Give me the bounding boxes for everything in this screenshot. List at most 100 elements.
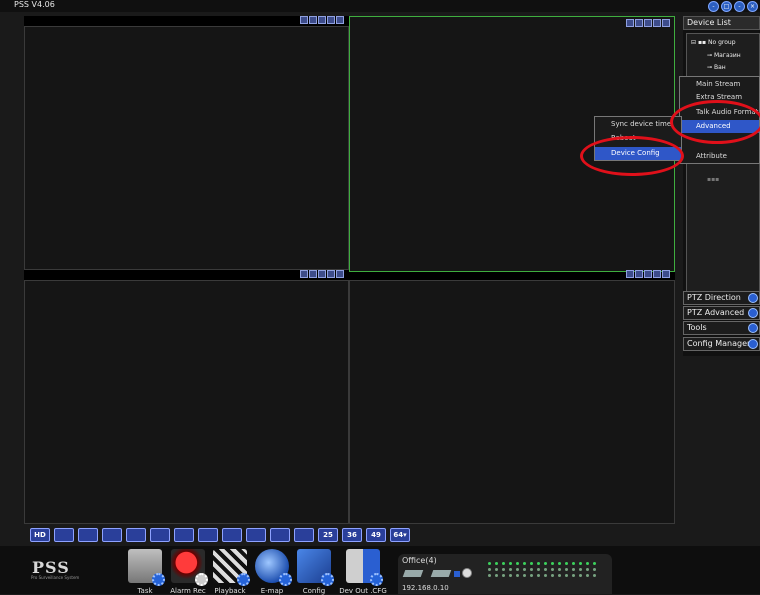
snapshot-icon[interactable]	[626, 19, 634, 27]
snapshot-icon[interactable]	[300, 16, 308, 24]
expand-arrow-icon[interactable]	[748, 308, 758, 318]
zoom-icon[interactable]	[653, 270, 661, 278]
channel-dot	[551, 568, 554, 571]
channel-dot	[516, 574, 519, 577]
channel-dot	[502, 562, 505, 565]
close-pane-icon[interactable]	[336, 16, 344, 24]
section-label: Tools	[687, 323, 707, 332]
channel-dot	[593, 574, 596, 577]
menu-item-attribute[interactable]: Attribute	[680, 150, 759, 163]
expand-arrow-icon[interactable]	[748, 293, 758, 303]
snapshot-icon[interactable]	[300, 270, 308, 278]
close-pane-icon[interactable]	[662, 270, 670, 278]
annotation-circle-device-config	[580, 136, 684, 176]
playback-button[interactable]: Playback	[211, 549, 250, 595]
channel-dot	[558, 574, 561, 577]
record-icon[interactable]	[635, 19, 643, 27]
expand-arrow-icon[interactable]	[748, 339, 758, 349]
layout-button-10[interactable]	[198, 528, 218, 542]
layout-button-6[interactable]	[126, 528, 146, 542]
layout-button-13[interactable]	[222, 528, 242, 542]
maximize-icon[interactable]: □	[721, 1, 732, 12]
menu-item-main-stream[interactable]: Main Stream	[680, 78, 759, 91]
section-label: PTZ Advanced	[687, 308, 745, 317]
close-icon[interactable]: ×	[747, 1, 758, 12]
layout-button-1[interactable]	[78, 528, 98, 542]
office-title: Office(4)	[402, 556, 437, 565]
channel-dot	[530, 568, 533, 571]
close-pane-icon[interactable]	[662, 19, 670, 27]
menu-item-sync-device-time[interactable]: Sync device time	[595, 118, 681, 131]
layout-button-16[interactable]	[246, 528, 266, 542]
layout-button-49[interactable]: 49	[366, 528, 386, 542]
layout-button-64[interactable]: 64▾	[390, 528, 410, 542]
restore-icon[interactable]: -	[734, 1, 745, 12]
layout-button-4[interactable]	[102, 528, 122, 542]
tools-section[interactable]: Tools	[683, 321, 760, 335]
minimize-icon[interactable]: -	[708, 1, 719, 12]
gear-icon	[279, 573, 292, 586]
channel-dot	[537, 574, 540, 577]
layout-button-custom[interactable]	[294, 528, 314, 542]
layout-button-9[interactable]	[174, 528, 194, 542]
channel-dot	[488, 574, 491, 577]
channel-dot	[579, 568, 582, 571]
audio-icon[interactable]	[644, 19, 652, 27]
channel-dot	[509, 568, 512, 571]
config-button[interactable]: Config	[295, 549, 334, 595]
tree-item-hidden[interactable]: ▪▪▪	[707, 176, 719, 183]
tree-group-label: No group	[708, 39, 736, 46]
tree-device-2[interactable]: ⊸ Ван	[707, 64, 726, 71]
camera-icon: ⊸	[707, 64, 713, 71]
zoom-icon[interactable]	[327, 270, 335, 278]
expand-icon[interactable]: ⊟	[691, 39, 696, 46]
record-icon[interactable]	[309, 270, 317, 278]
tree-device-1[interactable]: ⊸ Магазин	[707, 52, 741, 59]
alarm-rec-button[interactable]: Alarm Rec	[169, 549, 208, 595]
channel-dot	[586, 568, 589, 571]
audio-icon[interactable]	[318, 270, 326, 278]
layout-toolbar: HD 25 36 49 64▾	[30, 528, 410, 542]
video-area	[24, 16, 675, 524]
channel-dot	[495, 562, 498, 565]
task-button[interactable]: Task	[126, 549, 165, 595]
hd-button[interactable]: HD	[30, 528, 50, 542]
video-pane-4[interactable]	[349, 270, 675, 524]
pane-toolbar	[626, 270, 670, 278]
layout-button-20[interactable]	[270, 528, 290, 542]
pane-toolbar	[300, 16, 344, 24]
channel-dot	[516, 562, 519, 565]
close-pane-icon[interactable]	[336, 270, 344, 278]
device-list-header[interactable]: Device List	[683, 16, 760, 30]
video-pane-3[interactable]	[24, 270, 349, 524]
zoom-icon[interactable]	[653, 19, 661, 27]
layout-button-8[interactable]	[150, 528, 170, 542]
record-icon[interactable]	[635, 270, 643, 278]
audio-icon[interactable]	[644, 270, 652, 278]
expand-arrow-icon[interactable]	[748, 323, 758, 333]
e-map-button[interactable]: E-map	[253, 549, 292, 595]
gear-icon	[237, 573, 250, 586]
layout-button-36[interactable]: 36	[342, 528, 362, 542]
office-status-panel[interactable]: Office(4) 192.168.0.10	[398, 554, 612, 594]
video-pane-1[interactable]	[24, 16, 349, 270]
gear-icon	[152, 573, 165, 586]
channel-dot	[572, 562, 575, 565]
record-icon[interactable]	[309, 16, 317, 24]
audio-icon[interactable]	[318, 16, 326, 24]
globe-icon	[255, 549, 292, 586]
zoom-icon[interactable]	[327, 16, 335, 24]
snapshot-icon[interactable]	[626, 270, 634, 278]
ptz-advanced-section[interactable]: PTZ Advanced	[683, 306, 760, 320]
channel-dot	[593, 568, 596, 571]
layout-button-full[interactable]	[54, 528, 74, 542]
ptz-direction-section[interactable]: PTZ Direction	[683, 291, 760, 305]
dev-out-cfg-button[interactable]: Dev Out .CFG	[339, 549, 387, 595]
config-manager-section[interactable]: Config Manager	[683, 337, 760, 351]
window-controls: - □ - ×	[708, 1, 758, 12]
config-icon	[297, 549, 334, 586]
tree-group-no-group[interactable]: ⊟ ▪▪ No group	[691, 39, 736, 46]
layout-button-25[interactable]: 25	[318, 528, 338, 542]
camera-icon: ⊸	[707, 52, 713, 59]
channel-dot	[488, 562, 491, 565]
